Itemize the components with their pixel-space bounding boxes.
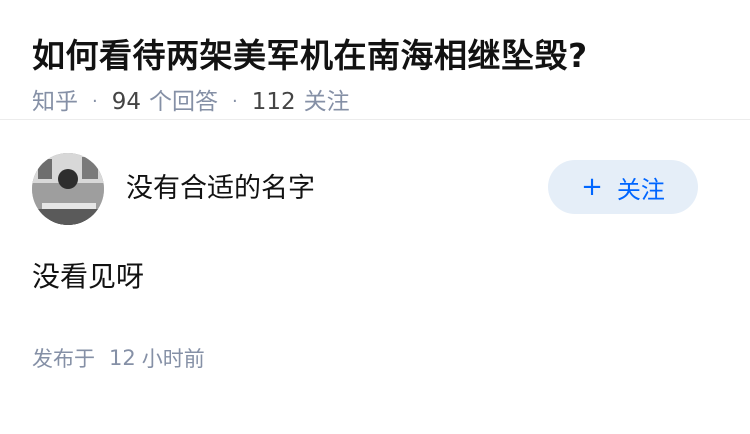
question-header: 如何看待两架美军机在南海相继坠毁? 知乎 · 94 个回答 · 112 关注 [0,0,750,120]
avatar[interactable] [32,153,104,225]
follower-count-label: 关注 [303,89,350,115]
question-meta: 知乎 · 94 个回答 · 112 关注 [32,84,718,120]
answer-publish-time: 发布于 12 小时前 [32,343,718,373]
follow-button[interactable]: + 关注 [548,160,698,214]
publish-unit: 小时前 [141,347,205,371]
zhihu-answer-page: 如何看待两架美军机在南海相继坠毁? 知乎 · 94 个回答 · 112 关注 没… [0,0,750,434]
avatar-photo-icon [32,153,104,225]
follow-button-label: 关注 [616,175,665,204]
plus-icon: + [581,172,603,202]
author-name[interactable]: 没有合适的名字 [126,166,548,205]
author-row: 没有合适的名字 + 关注 [32,151,718,227]
answer-content: 没看见呀 [32,260,145,293]
meta-separator: · [92,91,98,112]
answer-count-label: 个回答 [149,89,219,115]
question-title[interactable]: 如何看待两架美军机在南海相继坠毁? [32,30,718,82]
answer-count: 94 [111,89,142,115]
answer-card: 没有合适的名字 + 关注 没看见呀 发布于 12 小时前 [0,120,750,373]
source-label[interactable]: 知乎 [32,84,78,120]
follower-count: 112 [251,89,296,115]
meta-separator: · [232,91,238,112]
publish-prefix: 发布于 [32,347,95,371]
publish-num: 12 [109,346,136,370]
